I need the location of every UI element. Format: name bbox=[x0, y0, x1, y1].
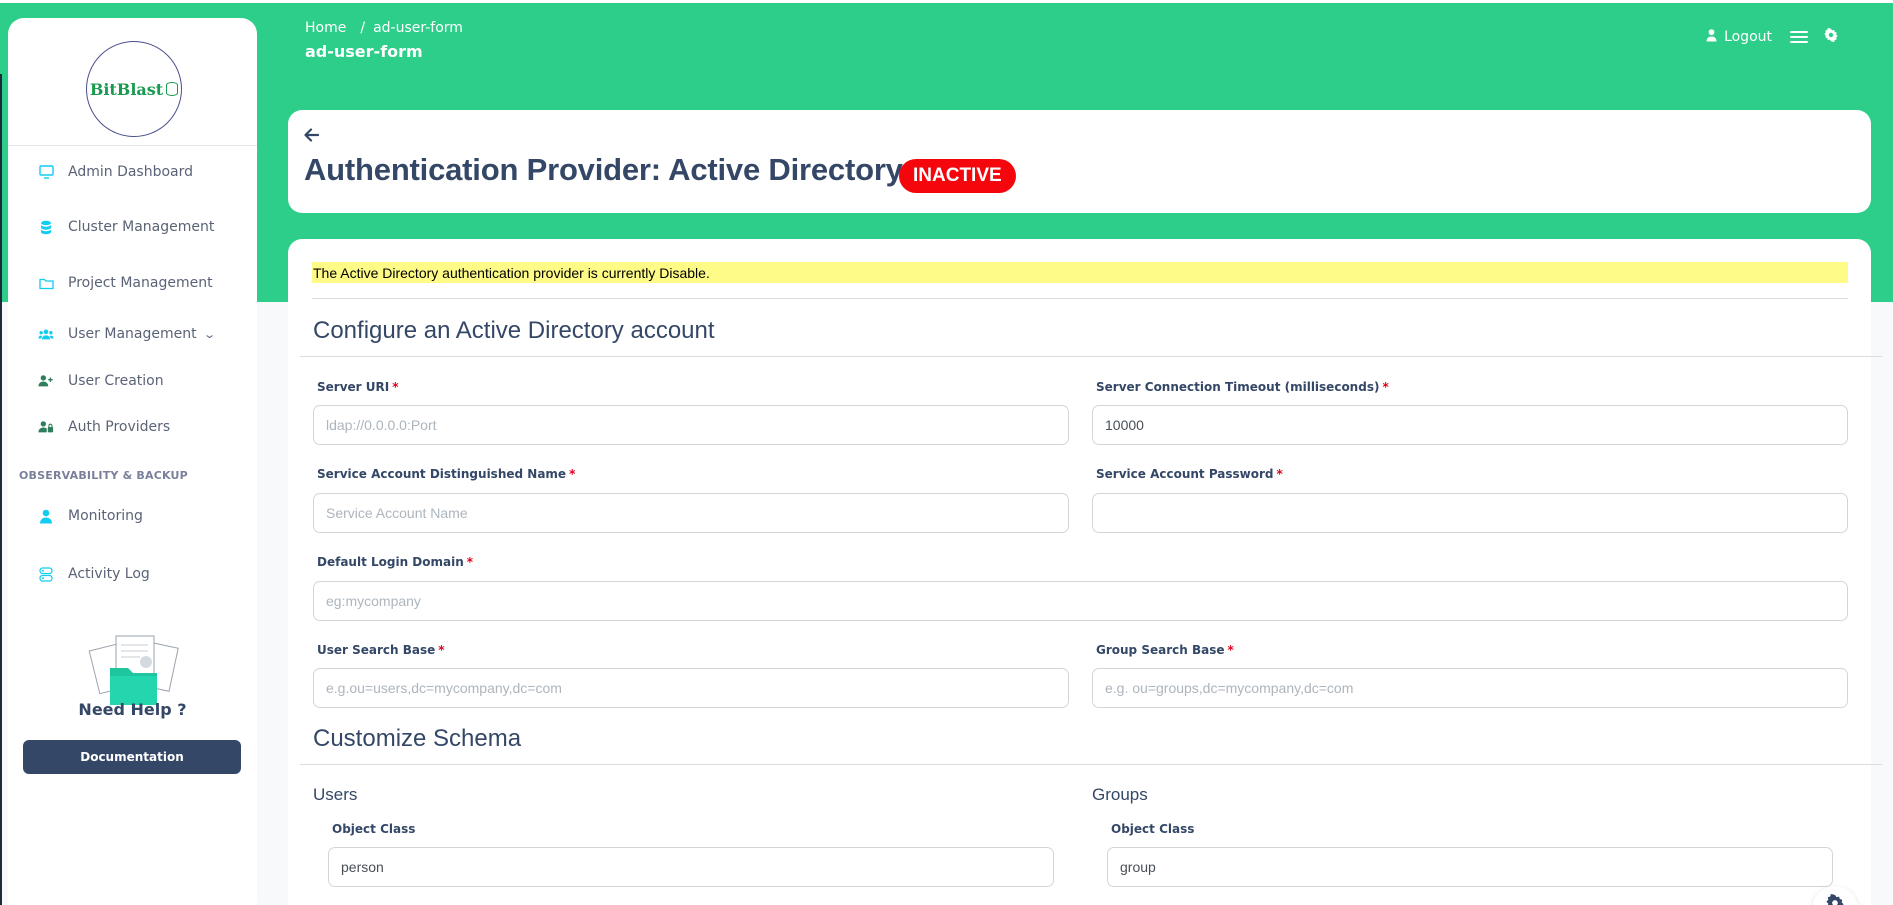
sidebar-item-cluster-management[interactable]: Cluster Management bbox=[38, 219, 214, 235]
breadcrumb: Home / ad-user-form bbox=[305, 20, 463, 36]
groups-heading: Groups bbox=[1092, 785, 1148, 804]
login-domain-label: Default Login Domain * bbox=[317, 555, 474, 569]
schema-section-title: Customize Schema bbox=[313, 725, 522, 752]
back-arrow-icon[interactable] bbox=[304, 127, 320, 146]
need-help-text: Need Help ? bbox=[78, 700, 187, 719]
group-search-base-label: Group Search Base * bbox=[1096, 643, 1234, 657]
sidebar-item-admin-dashboard[interactable]: Admin Dashboard bbox=[38, 164, 193, 180]
logout-button[interactable]: Logout bbox=[1706, 28, 1772, 46]
divider bbox=[312, 298, 1848, 299]
service-password-label: Service Account Password * bbox=[1096, 467, 1283, 481]
user-icon bbox=[1706, 28, 1717, 46]
sidebar-item-auth-providers[interactable]: Auth Providers bbox=[38, 419, 170, 435]
sidebar-item-label: User Management bbox=[68, 326, 197, 342]
sidebar-item-monitoring[interactable]: Monitoring bbox=[38, 508, 143, 524]
service-dn-label: Service Account Distinguished Name * bbox=[317, 467, 576, 481]
sidebar-item-label: User Creation bbox=[68, 373, 164, 389]
configure-section-title: Configure an Active Directory account bbox=[313, 317, 715, 344]
group-search-base-input[interactable] bbox=[1092, 668, 1848, 708]
brand-logo[interactable]: BitBlast bbox=[86, 41, 182, 137]
status-alert: The Active Directory authentication prov… bbox=[312, 262, 1848, 283]
users-heading: Users bbox=[313, 785, 358, 804]
breadcrumb-current: ad-user-form bbox=[373, 20, 463, 36]
sidebar-item-label: Admin Dashboard bbox=[68, 164, 194, 180]
window-edge bbox=[0, 74, 2, 905]
monitor-icon bbox=[38, 164, 54, 180]
login-domain-input[interactable] bbox=[313, 581, 1848, 621]
documentation-button[interactable]: Documentation bbox=[23, 740, 241, 774]
timeout-input[interactable] bbox=[1092, 405, 1848, 445]
gear-icon[interactable] bbox=[1824, 28, 1838, 46]
timeout-label: Server Connection Timeout (milliseconds)… bbox=[1096, 380, 1389, 394]
page-heading: ad-user-form bbox=[305, 42, 423, 61]
users-icon bbox=[38, 326, 54, 342]
breadcrumb-separator: / bbox=[360, 20, 366, 36]
user-search-base-label: User Search Base * bbox=[317, 643, 445, 657]
ad-config-card: The Active Directory authentication prov… bbox=[288, 239, 1882, 905]
sidebar-section-heading: OBSERVABILITY & BACKUP bbox=[19, 469, 188, 482]
divider bbox=[300, 764, 1882, 765]
brand-logo-text: BitBlast bbox=[89, 79, 164, 99]
sidebar-item-label: Cluster Management bbox=[68, 219, 215, 235]
database-icon bbox=[38, 219, 54, 235]
user-search-base-input[interactable] bbox=[313, 668, 1069, 708]
gear-icon bbox=[1826, 894, 1844, 905]
breadcrumb-home-link[interactable]: Home bbox=[305, 20, 346, 36]
menu-icon[interactable] bbox=[1790, 28, 1808, 46]
sidebar: BitBlast Admin Dashboard Cluster Managem… bbox=[8, 18, 257, 905]
service-dn-input[interactable] bbox=[313, 493, 1069, 533]
server-uri-label: Server URI * bbox=[317, 380, 399, 394]
user-lock-icon bbox=[38, 419, 54, 435]
divider bbox=[300, 356, 1882, 357]
top-actions: Logout bbox=[1706, 28, 1893, 46]
status-badge: INACTIVE bbox=[899, 159, 1016, 193]
sidebar-item-user-creation[interactable]: User Creation bbox=[38, 373, 164, 389]
sidebar-item-activity-log[interactable]: Activity Log bbox=[38, 566, 150, 582]
sidebar-item-label: Activity Log bbox=[68, 566, 150, 582]
header-card: Authentication Provider: Active Director… bbox=[288, 110, 1871, 213]
chevron-down-icon: ⌄ bbox=[202, 327, 216, 341]
users-object-class-input[interactable] bbox=[328, 847, 1054, 887]
page-title: Authentication Provider: Active Director… bbox=[304, 152, 903, 187]
user-plus-icon bbox=[38, 373, 54, 389]
groups-object-class-label: Object Class bbox=[1111, 822, 1195, 836]
users-object-class-label: Object Class bbox=[332, 822, 416, 836]
groups-object-class-input[interactable] bbox=[1107, 847, 1833, 887]
folder-icon bbox=[38, 275, 54, 291]
sidebar-item-user-management[interactable]: User Management ⌄ bbox=[38, 326, 216, 342]
sidebar-divider bbox=[8, 145, 257, 146]
sidebar-item-project-management[interactable]: Project Management bbox=[38, 275, 213, 291]
sidebar-item-label: Project Management bbox=[68, 275, 213, 291]
log-icon bbox=[38, 566, 54, 582]
sidebar-item-label: Monitoring bbox=[68, 508, 143, 524]
user-icon bbox=[38, 508, 54, 524]
server-uri-input[interactable] bbox=[313, 405, 1069, 445]
logout-label: Logout bbox=[1724, 29, 1772, 45]
database-icon bbox=[166, 82, 179, 96]
sidebar-item-label: Auth Providers bbox=[68, 419, 171, 435]
service-password-input[interactable] bbox=[1092, 493, 1848, 533]
